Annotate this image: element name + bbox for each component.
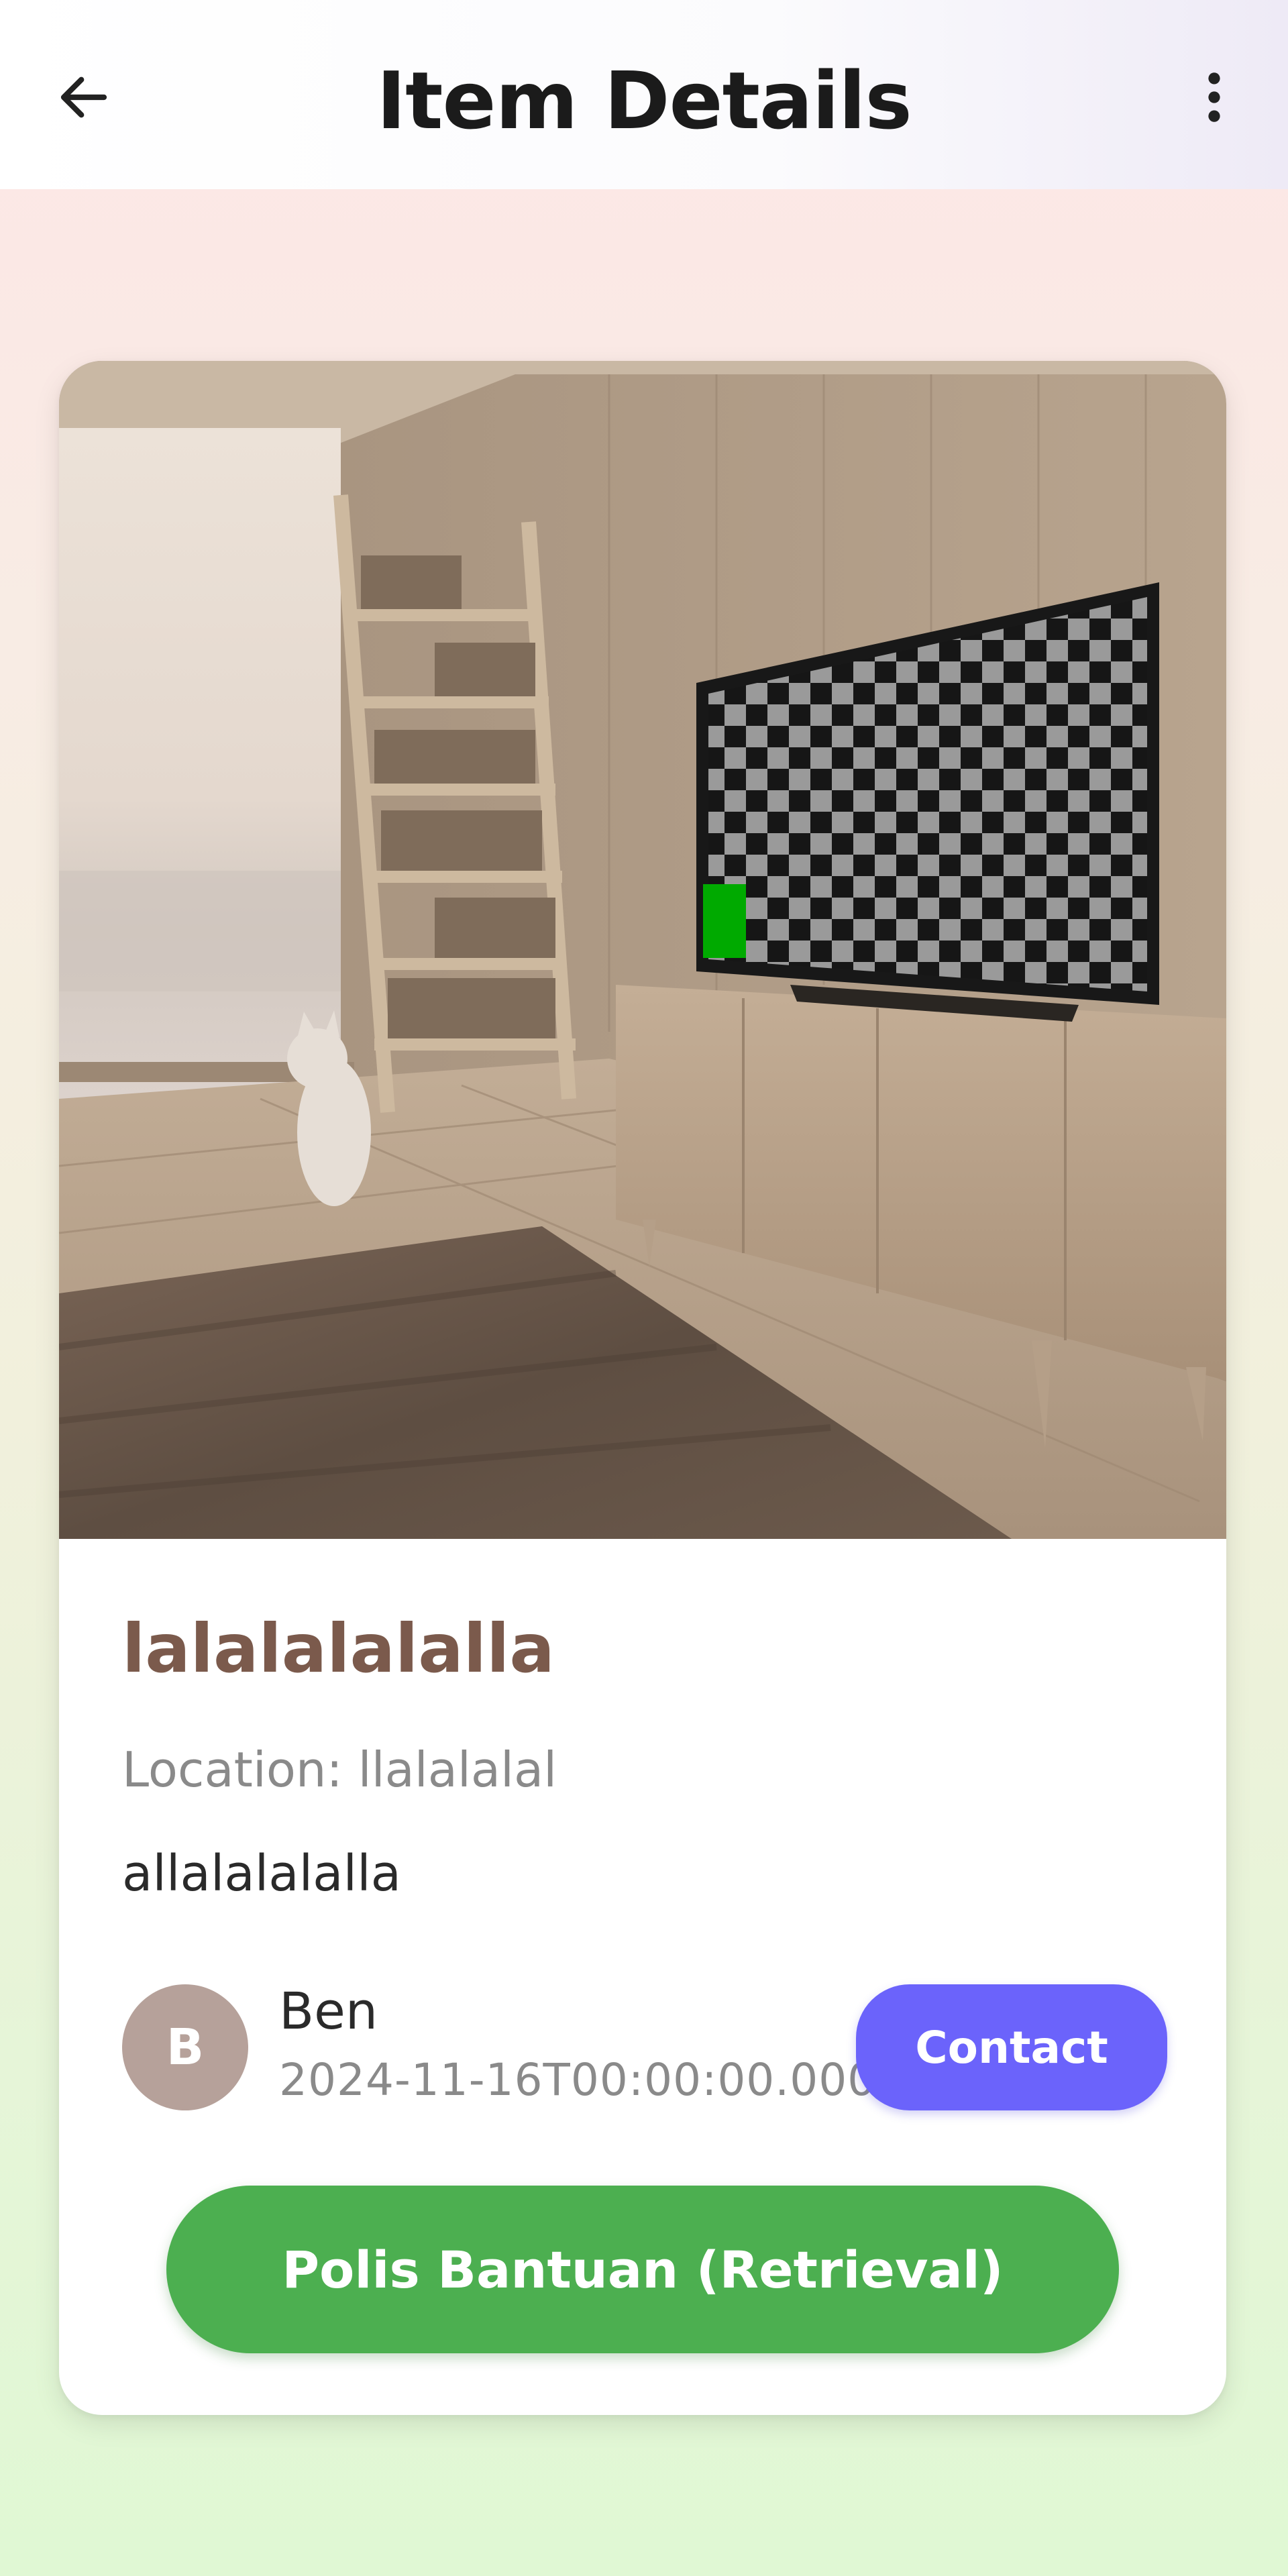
poster-name: Ben	[279, 1981, 378, 2041]
posted-date: 2024-11-16T00:00:00.000	[279, 2054, 877, 2106]
app-bar: Item Details	[0, 0, 1288, 189]
avatar: B	[122, 1984, 248, 2110]
item-card: lalalalalalla Location: llalalalal allal…	[59, 361, 1226, 2415]
item-name: lalalalalalla	[122, 1609, 555, 1688]
item-description: allalalalalla	[122, 1845, 401, 1902]
more-options-button[interactable]	[1181, 60, 1248, 134]
polis-bantuan-button[interactable]: Polis Bantuan (Retrieval)	[166, 2186, 1119, 2353]
page-title: Item Details	[376, 54, 912, 147]
more-vertical-icon	[1208, 72, 1220, 122]
item-photo	[59, 361, 1226, 1539]
item-location: Location: llalalalal	[122, 1741, 557, 1798]
contact-button[interactable]: Contact	[856, 1984, 1167, 2110]
